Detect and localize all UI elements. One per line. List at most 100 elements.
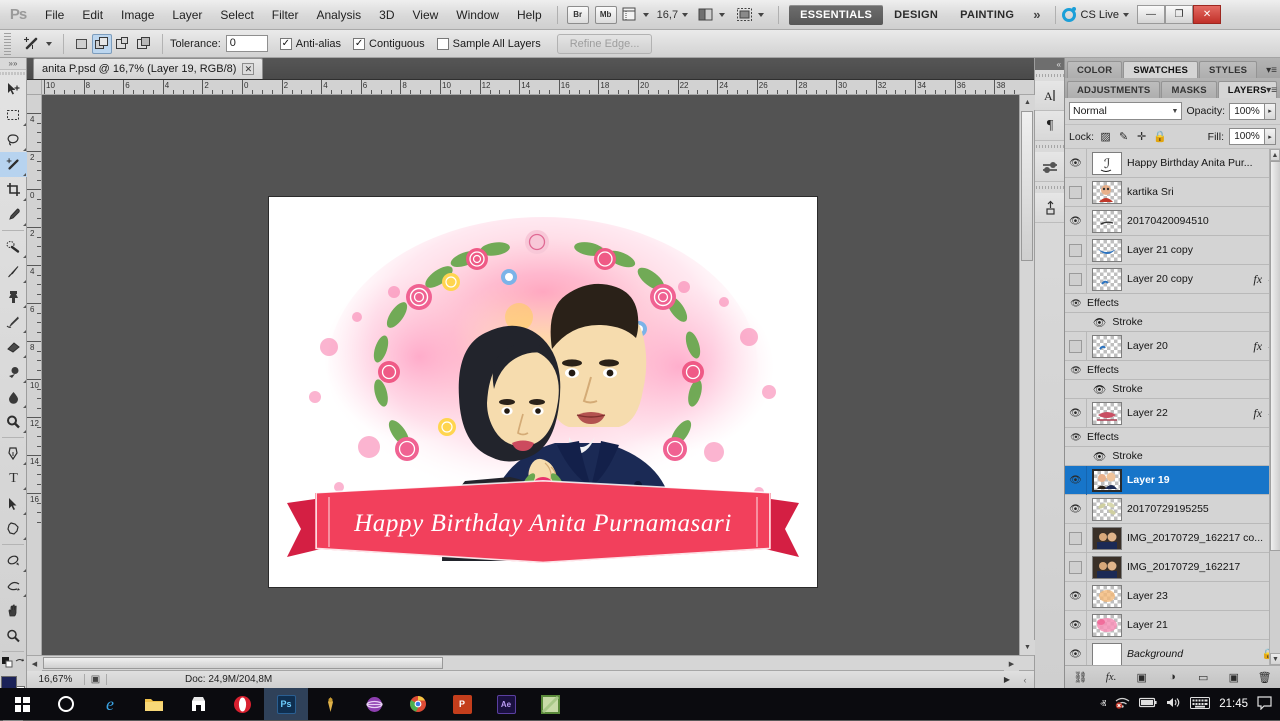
table-row[interactable]: 👁 20170420094510 bbox=[1065, 206, 1280, 236]
layers-scrollbar[interactable]: ▲ ▼ bbox=[1269, 149, 1280, 665]
blend-mode-select[interactable]: Normal ▼ bbox=[1069, 102, 1183, 120]
layer-effects-icon[interactable]: fx bbox=[1253, 339, 1267, 354]
lock-all-icon[interactable]: 🔒 bbox=[1153, 130, 1167, 143]
workspace-essentials[interactable]: ESSENTIALS bbox=[789, 4, 884, 25]
close-icon[interactable]: ✕ bbox=[242, 63, 255, 75]
layer-style-button[interactable]: fx. bbox=[1101, 671, 1121, 683]
layer-visibility-toggle[interactable]: 👁 bbox=[1065, 206, 1087, 236]
vertical-scrollbar[interactable]: ▲ ▼ bbox=[1019, 95, 1035, 655]
horizontal-ruler[interactable]: 10 8 6 4 2 0 2 4 6 8 10 12 14 16 18 20 22 24 26 28 30 32 34 36 3… bbox=[42, 80, 1019, 95]
menu-image[interactable]: Image bbox=[112, 0, 163, 30]
menu-view[interactable]: View bbox=[403, 0, 447, 30]
powerpoint-button[interactable]: P bbox=[440, 688, 484, 720]
layer-thumbnail[interactable] bbox=[1092, 209, 1122, 233]
tab-color[interactable]: COLOR bbox=[1067, 61, 1123, 78]
network-error-icon[interactable] bbox=[1115, 696, 1130, 712]
layer-visibility-toggle[interactable]: 👁 bbox=[1065, 581, 1087, 611]
contiguous-checkbox[interactable]: ✓ Contiguous bbox=[353, 37, 425, 50]
tab-swatches[interactable]: SWATCHES bbox=[1123, 61, 1199, 78]
tool-preset-picker[interactable] bbox=[16, 34, 56, 54]
volume-icon[interactable] bbox=[1166, 696, 1181, 712]
zoom-level-selector[interactable]: 16,7 bbox=[657, 9, 689, 21]
layer-name[interactable]: IMG_20170729_162217 co... bbox=[1127, 532, 1280, 544]
layer-visibility-toggle[interactable]: 👁 bbox=[1065, 465, 1087, 495]
layers-list[interactable]: 👁 ℐ Happy Birthday Anita Pur... kartika … bbox=[1065, 149, 1280, 665]
canvas[interactable]: Happy Birthday Anita Purnamasari bbox=[42, 95, 1019, 655]
workspace-painting[interactable]: PAINTING bbox=[949, 5, 1025, 25]
layer-effects-group[interactable]: 👁 Effects bbox=[1065, 361, 1280, 380]
paragraph-panel-icon[interactable]: ¶ bbox=[1035, 111, 1065, 141]
dock-grip[interactable] bbox=[1035, 143, 1064, 150]
menu-window[interactable]: Window bbox=[447, 0, 508, 30]
table-row[interactable]: kartika Sri bbox=[1065, 177, 1280, 207]
magic-wand-tool[interactable] bbox=[0, 152, 27, 177]
lasso-tool[interactable] bbox=[0, 127, 27, 152]
fill-stepper[interactable]: ▸ bbox=[1265, 128, 1276, 145]
layer-effect-stroke[interactable]: 👁 Stroke bbox=[1065, 447, 1280, 466]
table-row[interactable]: IMG_20170729_162217 co... bbox=[1065, 523, 1280, 553]
menu-file[interactable]: File bbox=[36, 0, 73, 30]
tab-masks[interactable]: MASKS bbox=[1161, 81, 1217, 98]
anti-alias-checkbox[interactable]: ✓ Anti-alias bbox=[279, 37, 341, 50]
add-to-selection-button[interactable] bbox=[92, 33, 112, 54]
adjustments-panel-icon[interactable] bbox=[1035, 152, 1065, 182]
character-panel-icon[interactable]: A bbox=[1035, 81, 1065, 111]
layer-thumbnail[interactable] bbox=[1092, 526, 1122, 550]
clone-stamp-tool[interactable] bbox=[0, 284, 27, 309]
swap-colors-icon[interactable] bbox=[15, 658, 25, 668]
folder-window-button[interactable] bbox=[528, 688, 572, 720]
layer-visibility-toggle[interactable] bbox=[1065, 552, 1087, 582]
table-row[interactable]: 👁 ℐ Happy Birthday Anita Pur... bbox=[1065, 149, 1280, 178]
layer-visibility-toggle[interactable] bbox=[1065, 177, 1087, 207]
layer-thumbnail[interactable] bbox=[1092, 468, 1122, 492]
subtract-from-selection-button[interactable] bbox=[113, 34, 133, 54]
default-colors-icon[interactable] bbox=[1, 657, 13, 668]
keyboard-icon[interactable] bbox=[1190, 696, 1211, 712]
table-row[interactable]: 👁 Layer 21 bbox=[1065, 610, 1280, 640]
dodge-tool[interactable] bbox=[0, 409, 27, 434]
after-effects-button[interactable]: Ae bbox=[484, 688, 528, 720]
layer-visibility-toggle[interactable]: 👁 bbox=[1065, 494, 1087, 524]
status-zoom-field[interactable]: 16,67% bbox=[27, 674, 85, 685]
table-row[interactable]: 👁 Layer 19 bbox=[1065, 465, 1280, 495]
menu-edit[interactable]: Edit bbox=[73, 0, 112, 30]
tools-panel-grip[interactable] bbox=[0, 70, 26, 77]
layer-effect-stroke[interactable]: 👁 Stroke bbox=[1065, 380, 1280, 399]
dock-grip[interactable] bbox=[1035, 184, 1064, 191]
table-row[interactable]: 👁 Background 🔒 bbox=[1065, 639, 1280, 665]
link-layers-button[interactable]: ⛓ bbox=[1070, 671, 1090, 684]
layer-thumbnail[interactable] bbox=[1092, 555, 1122, 579]
layer-effects-group[interactable]: 👁 Effects bbox=[1065, 428, 1280, 447]
status-menu-button[interactable]: ▶ bbox=[1004, 675, 1016, 684]
table-row[interactable]: Layer 20 fx ▲ bbox=[1065, 331, 1280, 361]
workspace-design[interactable]: DESIGN bbox=[883, 5, 949, 25]
table-row[interactable]: Layer 20 copy fx ▲ bbox=[1065, 264, 1280, 294]
delete-layer-button[interactable]: 🗑 bbox=[1255, 671, 1275, 684]
horizontal-scroll-thumb[interactable] bbox=[43, 657, 443, 669]
horizontal-scrollbar[interactable]: ◀ ▶ bbox=[27, 655, 1019, 671]
layer-name[interactable]: Background bbox=[1127, 648, 1262, 660]
fill-input[interactable]: 100% bbox=[1229, 128, 1265, 145]
file-explorer-button[interactable] bbox=[132, 688, 176, 720]
taskbar-clock[interactable]: 21:45 bbox=[1219, 698, 1248, 710]
blur-tool[interactable] bbox=[0, 384, 27, 409]
mini-bridge-button[interactable]: Mb bbox=[594, 5, 617, 24]
layer-name[interactable]: Layer 20 copy bbox=[1127, 273, 1253, 285]
table-row[interactable]: Layer 21 copy bbox=[1065, 235, 1280, 265]
layer-visibility-toggle[interactable] bbox=[1065, 235, 1087, 265]
move-tool[interactable] bbox=[0, 77, 27, 102]
new-selection-button[interactable] bbox=[71, 34, 91, 54]
options-bar-grip[interactable] bbox=[4, 32, 11, 55]
coreldraw-button[interactable] bbox=[308, 688, 352, 720]
menu-help[interactable]: Help bbox=[508, 0, 551, 30]
layer-name[interactable]: kartika Sri bbox=[1127, 186, 1280, 198]
microsoft-store-button[interactable] bbox=[176, 688, 220, 720]
layer-name[interactable]: 20170729195255 bbox=[1127, 503, 1280, 515]
document-proxy-icon[interactable]: ▣ bbox=[85, 674, 107, 685]
layer-name[interactable]: Layer 19 bbox=[1127, 474, 1280, 486]
layer-visibility-toggle[interactable] bbox=[1065, 264, 1087, 294]
cortana-search-button[interactable] bbox=[44, 688, 88, 720]
tolerance-input[interactable]: 0 bbox=[225, 35, 268, 52]
table-row[interactable]: 👁 Layer 23 bbox=[1065, 581, 1280, 611]
photoshop-taskbar-button[interactable]: Ps bbox=[264, 688, 308, 720]
